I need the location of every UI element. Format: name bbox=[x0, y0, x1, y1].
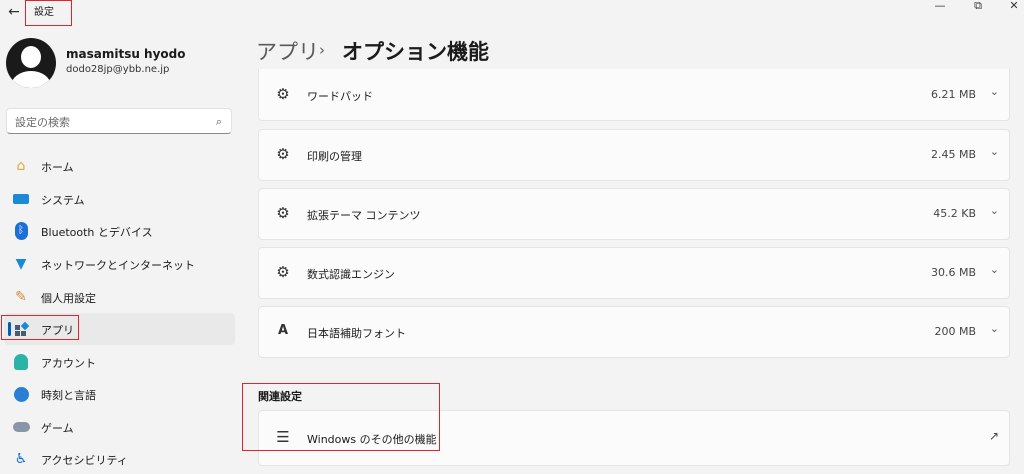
wifi-icon: ▼ bbox=[15, 256, 27, 272]
feature-size: 200 MB bbox=[934, 325, 976, 338]
sidebar-item-bluetooth[interactable]: ᛒ Bluetooth とデバイス bbox=[0, 215, 236, 247]
brush-icon: ✎ bbox=[15, 289, 27, 305]
sidebar-item-time-language[interactable]: 時刻と言語 bbox=[0, 378, 236, 410]
chevron-down-icon[interactable]: ⌄ bbox=[990, 322, 999, 335]
feature-size: 30.6 MB bbox=[930, 266, 976, 279]
feature-size: 6.21 MB bbox=[930, 88, 976, 101]
app-title: 設定 bbox=[25, 0, 72, 26]
highlight-box-apps bbox=[1, 315, 79, 340]
account-icon bbox=[12, 353, 30, 371]
accessibility-icon: ♿ bbox=[14, 451, 28, 467]
bluetooth-icon: ᛒ bbox=[12, 222, 30, 240]
sidebar-item-label: システム bbox=[41, 194, 85, 207]
chevron-down-icon[interactable]: ⌄ bbox=[990, 145, 999, 158]
chevron-down-icon[interactable]: ⌄ bbox=[990, 85, 999, 98]
feature-name: 印刷の管理 bbox=[307, 150, 362, 163]
feature-size: 45.2 KB bbox=[933, 207, 976, 220]
back-arrow-icon[interactable]: ← bbox=[4, 2, 24, 22]
page-title: オプション機能 bbox=[342, 40, 489, 64]
search-input[interactable]: 設定の検索 bbox=[15, 114, 70, 130]
highlight-box-related bbox=[242, 383, 440, 451]
puzzle-icon: ⚙ bbox=[276, 85, 290, 103]
search-icon[interactable]: ⌕ bbox=[216, 115, 222, 129]
globe-icon bbox=[12, 385, 30, 403]
puzzle-icon: ⚙ bbox=[276, 145, 290, 163]
puzzle-icon: ⚙ bbox=[276, 204, 290, 222]
feature-card-print-management[interactable]: ⚙ 印刷の管理 2.45 MB ⌄ bbox=[258, 129, 1010, 181]
font-icon: A bbox=[277, 323, 289, 338]
feature-card-theme-content[interactable]: ⚙ 拡張テーマ コンテンツ 45.2 KB ⌄ bbox=[258, 188, 1010, 240]
sidebar-item-personalization[interactable]: ✎ 個人用設定 bbox=[0, 281, 236, 313]
sidebar-item-gaming[interactable]: ゲーム bbox=[0, 411, 236, 443]
sidebar-item-label: 個人用設定 bbox=[41, 292, 96, 305]
feature-size: 2.45 MB bbox=[930, 148, 976, 161]
user-email: dodo28jp@ybb.ne.jp bbox=[66, 64, 170, 75]
sidebar-item-label: 時刻と言語 bbox=[41, 389, 96, 402]
external-link-icon: ↗ bbox=[988, 429, 999, 443]
feature-name: 数式認識エンジン bbox=[307, 268, 395, 281]
puzzle-icon: ⚙ bbox=[276, 263, 290, 281]
sidebar-item-label: ゲーム bbox=[41, 422, 74, 435]
sidebar-item-label: Bluetooth とデバイス bbox=[41, 226, 153, 239]
sidebar-item-label: ネットワークとインターネット bbox=[41, 259, 195, 272]
feature-card-japanese-fonts[interactable]: A 日本語補助フォント 200 MB ⌄ bbox=[258, 306, 1010, 358]
feature-name: 日本語補助フォント bbox=[307, 327, 406, 340]
chevron-down-icon[interactable]: ⌄ bbox=[990, 263, 999, 276]
feature-card-wordpad[interactable]: ⚙ ワードパッド 6.21 MB ⌄ bbox=[258, 69, 1010, 121]
feature-name: ワードパッド bbox=[307, 90, 373, 103]
sidebar-item-label: ホーム bbox=[41, 161, 74, 174]
search-box[interactable]: 設定の検索 ⌕ bbox=[6, 108, 232, 134]
restore-icon[interactable]: ⧉ bbox=[966, 0, 990, 14]
minimize-icon[interactable]: — bbox=[928, 0, 952, 14]
feature-card-math-recognizer[interactable]: ⚙ 数式認識エンジン 30.6 MB ⌄ bbox=[258, 247, 1010, 299]
chevron-down-icon[interactable]: ⌄ bbox=[990, 204, 999, 217]
sidebar-item-accessibility[interactable]: ♿ アクセシビリティ bbox=[0, 443, 236, 474]
gamepad-icon bbox=[12, 418, 30, 436]
sidebar-item-network[interactable]: ▼ ネットワークとインターネット bbox=[0, 248, 236, 280]
system-icon bbox=[12, 190, 30, 208]
breadcrumb-parent[interactable]: アプリ bbox=[256, 36, 319, 66]
home-icon: ⌂ bbox=[16, 158, 26, 174]
feature-name: 拡張テーマ コンテンツ bbox=[307, 209, 421, 222]
breadcrumb-separator: › bbox=[319, 41, 325, 59]
sidebar-item-label: アカウント bbox=[41, 357, 96, 370]
sidebar-item-home[interactable]: ⌂ ホーム bbox=[0, 150, 236, 182]
user-name: masamitsu hyodo bbox=[66, 47, 186, 61]
sidebar-item-system[interactable]: システム bbox=[0, 183, 236, 215]
close-icon[interactable]: ✕ bbox=[1002, 0, 1024, 14]
title-bar: ← 設定 — ⧉ ✕ bbox=[0, 0, 1024, 28]
sidebar-item-accounts[interactable]: アカウント bbox=[0, 346, 236, 378]
sidebar-item-label: アクセシビリティ bbox=[41, 454, 128, 467]
avatar[interactable] bbox=[6, 38, 56, 88]
